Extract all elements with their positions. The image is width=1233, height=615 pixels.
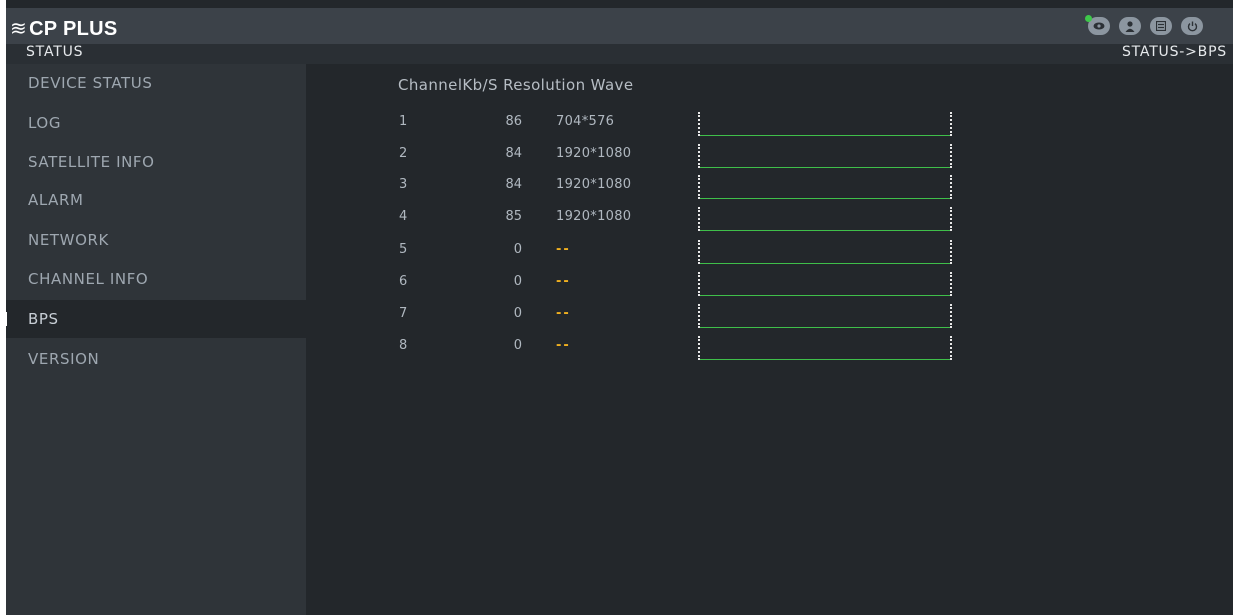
channel-number: 7 [399, 306, 408, 321]
sidebar: DEVICE STATUS LOG SATELLITE INFO ALARM N… [2, 64, 306, 615]
table-row: 2 84 1920*1080 [306, 144, 1233, 172]
sidebar-item-bps[interactable]: BPS [2, 300, 306, 338]
wave-graph [698, 336, 952, 360]
wave-graph [698, 207, 952, 231]
bitrate-value: 84 [505, 146, 522, 161]
sidebar-item-channel-info[interactable]: CHANNEL INFO [6, 260, 306, 298]
header-channel: Channel [398, 76, 463, 94]
wave-graph [698, 144, 952, 168]
app-frame: ≋ CP PLUS STATUS STATUS->BPS DEVICE STATU… [2, 0, 1233, 615]
logo-mark: ≋ [10, 18, 28, 40]
channel-number: 8 [399, 338, 408, 353]
top-bar: ≋ CP PLUS [6, 8, 1233, 44]
header-wave: Wave [590, 76, 634, 94]
breadcrumb: STATUS->BPS [1121, 44, 1227, 60]
user-icon[interactable] [1119, 17, 1141, 35]
bps-panel: ChannelKb/S Resolution Wave 1 86 704*576… [306, 64, 1233, 615]
resolution-value: -- [556, 338, 571, 353]
sidebar-item-satellite-info[interactable]: SATELLITE INFO [6, 143, 306, 181]
bitrate-value: 0 [513, 274, 522, 289]
table-row: 8 0 -- [306, 336, 1233, 364]
bitrate-value: 0 [513, 306, 522, 321]
channel-number: 4 [399, 209, 408, 224]
table-row: 5 0 -- [306, 240, 1233, 268]
resolution-value: 1920*1080 [556, 209, 632, 224]
eye-icon[interactable] [1085, 15, 1110, 35]
wave-graph [698, 112, 952, 136]
wave-graph [698, 304, 952, 328]
wave-graph [698, 240, 952, 264]
bitrate-value: 0 [513, 242, 522, 257]
brand-logo: ≋ CP PLUS [10, 16, 117, 41]
sidebar-item-alarm[interactable]: ALARM [6, 181, 306, 219]
header-kbs: Kb/S [462, 76, 498, 94]
logo-text: CP PLUS [29, 18, 118, 40]
resolution-value: 1920*1080 [556, 177, 632, 192]
sidebar-item-version[interactable]: VERSION [6, 340, 306, 378]
channel-number: 3 [399, 177, 408, 192]
bitrate-value: 84 [505, 177, 522, 192]
bitrate-value: 86 [505, 114, 522, 129]
sidebar-item-device-status[interactable]: DEVICE STATUS [6, 64, 306, 102]
status-dot [1085, 15, 1092, 22]
bitrate-value: 0 [513, 338, 522, 353]
resolution-value: -- [556, 274, 571, 289]
channel-number: 6 [399, 274, 408, 289]
wave-graph [698, 272, 952, 296]
resolution-value: 1920*1080 [556, 146, 632, 161]
sidebar-item-log[interactable]: LOG [6, 104, 306, 142]
table-row: 7 0 -- [306, 304, 1233, 332]
table-header: ChannelKb/S Resolution Wave [398, 76, 633, 94]
channel-number: 2 [399, 146, 408, 161]
table-row: 4 85 1920*1080 [306, 207, 1233, 235]
wave-graph [698, 175, 952, 199]
status-bar: STATUS STATUS->BPS [6, 44, 1233, 64]
header-icons [1085, 15, 1203, 35]
resolution-value: -- [556, 242, 571, 257]
resolution-value: -- [556, 306, 571, 321]
table-row: 3 84 1920*1080 [306, 175, 1233, 203]
sidebar-item-network[interactable]: NETWORK [6, 221, 306, 259]
table-row: 1 86 704*576 [306, 112, 1233, 140]
table-row: 6 0 -- [306, 272, 1233, 300]
section-title: STATUS [26, 44, 84, 60]
power-icon[interactable] [1181, 17, 1203, 35]
channel-number: 1 [399, 114, 408, 129]
header-resolution: Resolution [503, 76, 586, 94]
channel-number: 5 [399, 242, 408, 257]
bitrate-value: 85 [505, 209, 522, 224]
storage-icon[interactable] [1150, 17, 1172, 35]
resolution-value: 704*576 [556, 114, 615, 129]
